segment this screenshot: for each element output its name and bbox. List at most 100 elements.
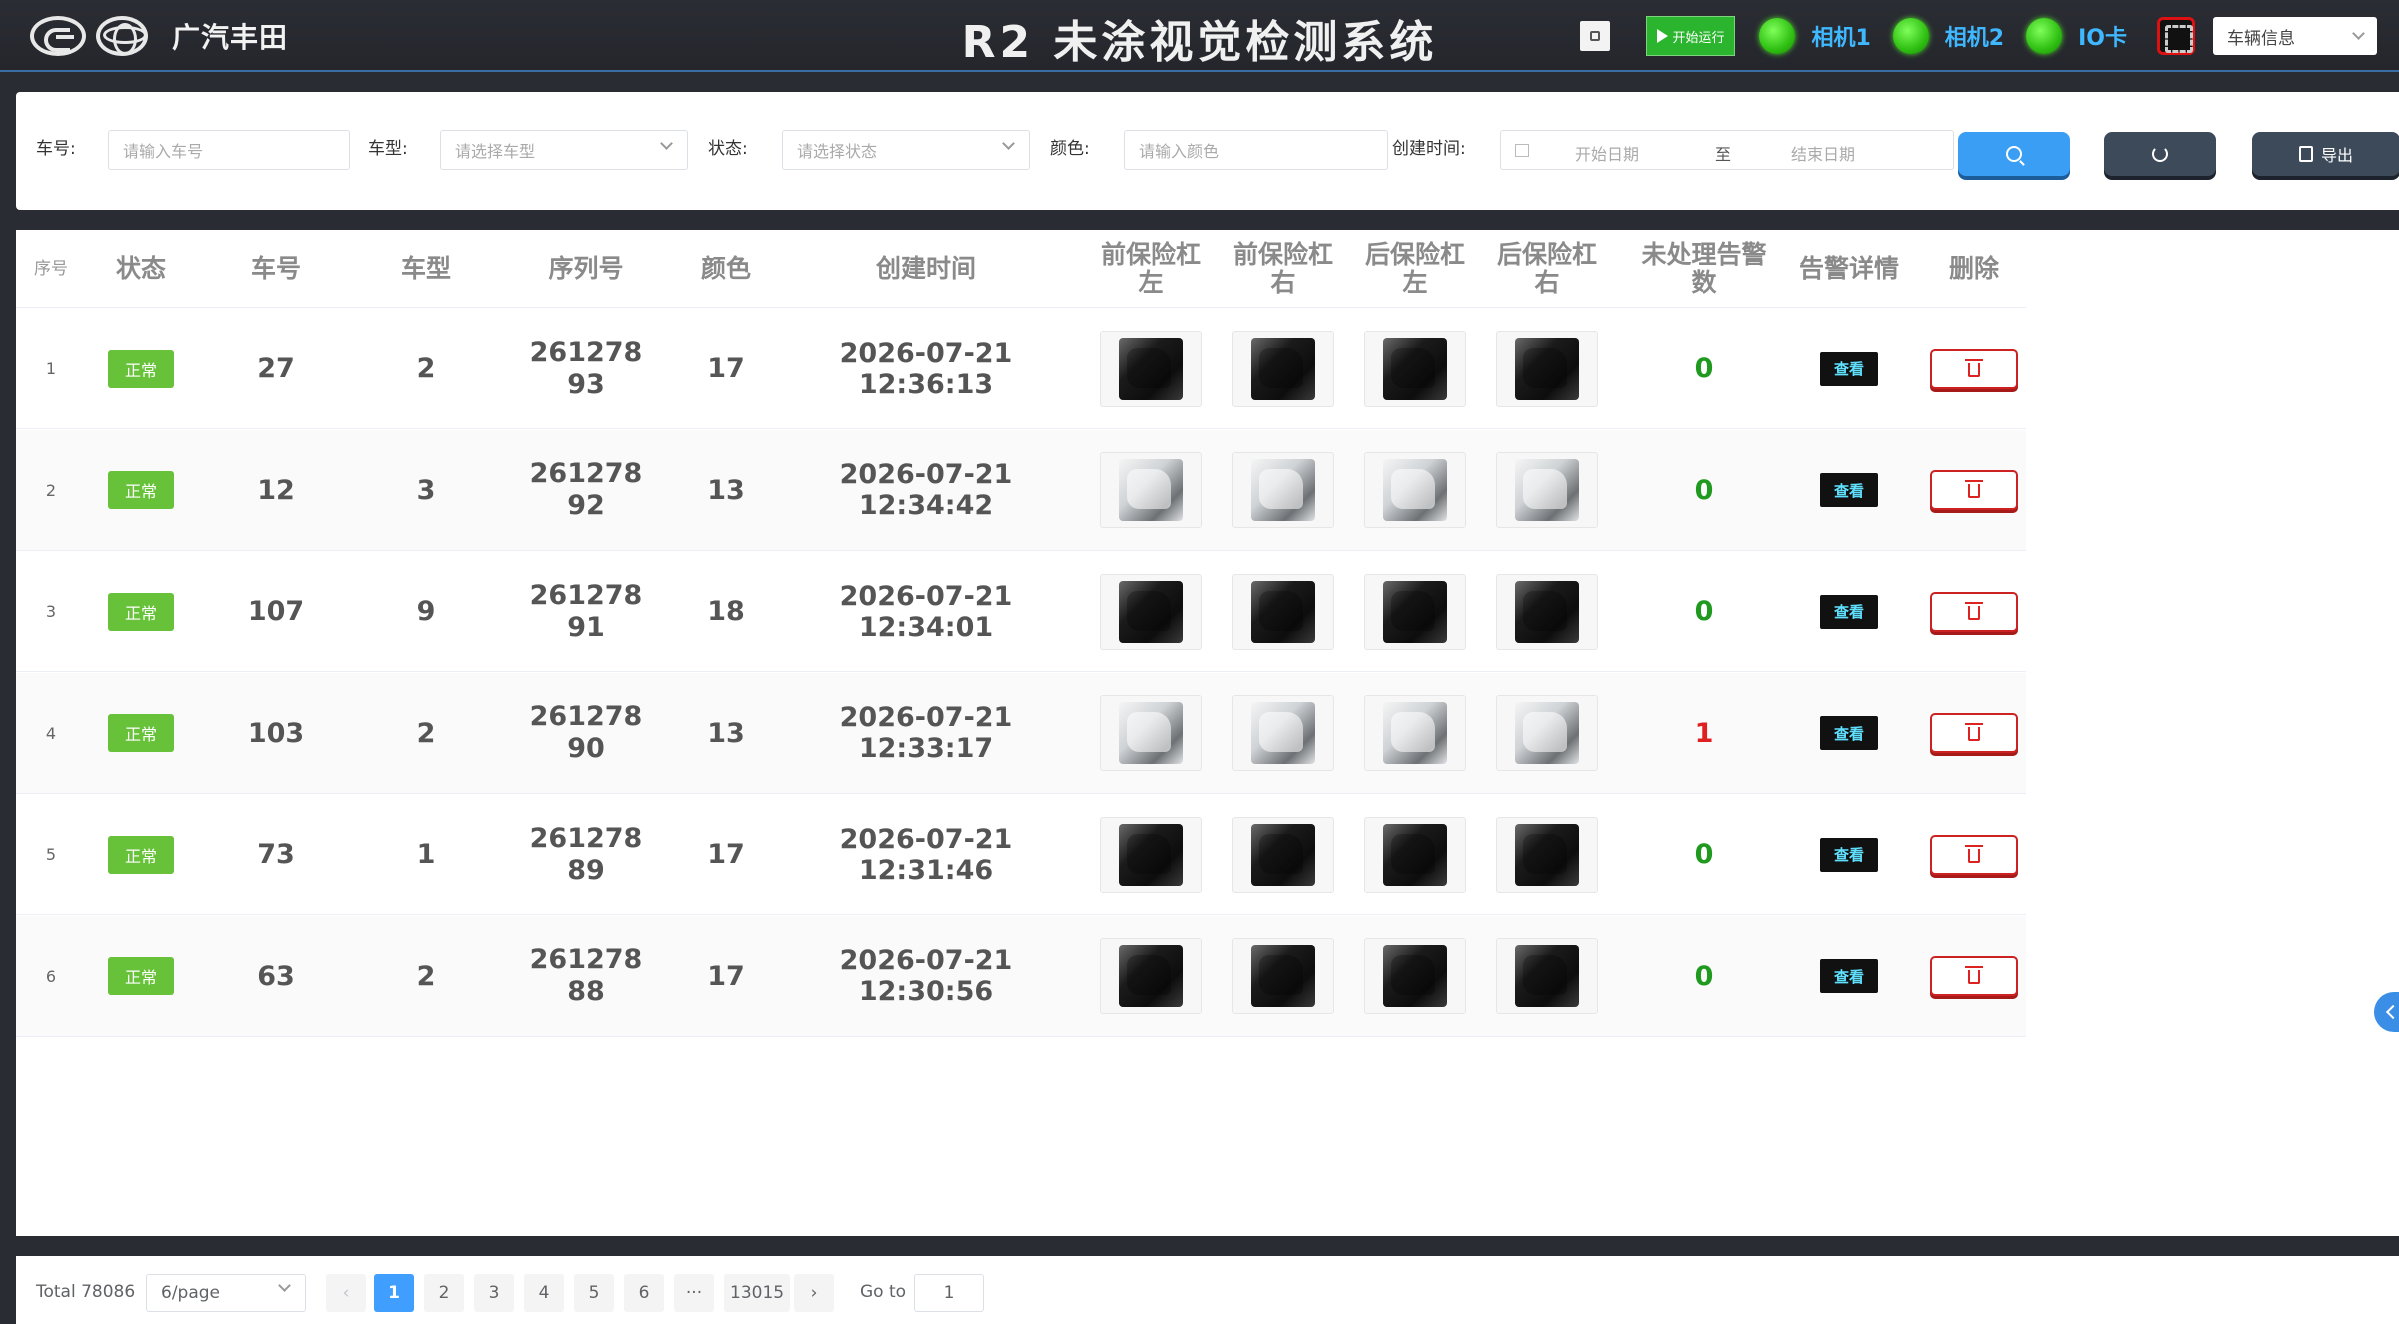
rear-left-thumbnail[interactable] <box>1364 695 1466 771</box>
device-label: 相机1 <box>1811 26 1871 51</box>
rear-left-thumbnail[interactable] <box>1364 452 1466 528</box>
page-button[interactable]: 5 <box>574 1274 614 1312</box>
delete-button[interactable] <box>1930 591 2018 632</box>
page-size-value: 6/page <box>161 1283 221 1303</box>
view-alarm-button[interactable]: 查看 <box>1820 473 1878 507</box>
front-right-thumbnail-cell <box>1229 916 1337 1037</box>
delete-cell <box>1924 794 2024 915</box>
delete-button[interactable] <box>1930 348 2018 389</box>
start-run-button[interactable]: 开始运行 <box>1646 16 1736 56</box>
status-select[interactable]: 请选择状态 <box>782 130 1030 170</box>
view-alarm-button[interactable]: 查看 <box>1820 351 1878 386</box>
status-cell: 正常 <box>86 916 196 1037</box>
header-controls: 开始运行 相机1 相机2 IO卡 车辆信息 <box>1580 14 2377 58</box>
col-front-left-header: 前保险杠左 <box>1100 240 1201 297</box>
front-right-thumbnail[interactable] <box>1232 938 1334 1014</box>
bumper-image <box>1119 702 1183 764</box>
rear-right-thumbnail[interactable] <box>1496 938 1598 1014</box>
front-right-thumbnail[interactable] <box>1232 695 1334 771</box>
records-table: 序号 状态 车号 车型 序列号 颜色 创建时间 前保险杠左 前保险杠右 后保险杠… <box>16 230 2399 1236</box>
col-rear-left-header: 后保险杠左 <box>1364 240 1465 297</box>
rear-right-thumbnail[interactable] <box>1496 695 1598 771</box>
front-left-thumbnail[interactable] <box>1100 573 1202 650</box>
bumper-image <box>1251 823 1315 886</box>
front-left-thumbnail[interactable] <box>1100 695 1202 771</box>
bumper-image <box>1251 337 1315 400</box>
date-range-picker[interactable]: 开始日期 至 结束日期 <box>1500 130 1954 170</box>
rear-left-thumbnail[interactable] <box>1364 573 1466 650</box>
serial-cell-wrap: 26127892 <box>496 430 676 551</box>
export-icon <box>2298 146 2313 162</box>
view-alarm-button[interactable]: 查看 <box>1820 716 1878 750</box>
rear-left-thumbnail[interactable] <box>1364 938 1466 1014</box>
page-size-select[interactable]: 6/page <box>146 1274 306 1312</box>
rear-right-thumbnail[interactable] <box>1496 330 1598 407</box>
front-right-thumbnail[interactable] <box>1232 452 1334 528</box>
page-button[interactable]: 4 <box>524 1274 564 1312</box>
color-input[interactable]: 请输入颜色 <box>1124 130 1388 170</box>
rear-left-thumbnail[interactable] <box>1364 816 1466 893</box>
page-button[interactable]: 1 <box>374 1274 414 1312</box>
delete-button[interactable] <box>1930 470 2018 510</box>
page-button[interactable]: 3 <box>474 1274 514 1312</box>
view-alarm-button[interactable]: 查看 <box>1820 959 1878 993</box>
status-light-icon <box>1892 18 1929 54</box>
front-right-thumbnail[interactable] <box>1232 573 1334 650</box>
view-alarm-button[interactable]: 查看 <box>1820 594 1878 629</box>
unhandled-alarm-count: 0 <box>1694 474 1714 506</box>
serial-cell: 26127892 <box>529 458 643 521</box>
front-left-thumbnail[interactable] <box>1100 330 1202 407</box>
page-button[interactable]: 6 <box>624 1274 664 1312</box>
end-date-input[interactable]: 结束日期 <box>1791 141 1855 165</box>
bumper-image <box>1515 702 1579 764</box>
rear-right-thumbnail[interactable] <box>1496 573 1598 650</box>
reset-button[interactable] <box>2104 132 2216 176</box>
front-left-thumbnail[interactable] <box>1100 938 1202 1014</box>
goto-page-input[interactable]: 1 <box>914 1274 984 1312</box>
device-label: 相机2 <box>1944 26 2005 51</box>
capture-button[interactable] <box>1580 21 1611 51</box>
front-right-thumbnail[interactable] <box>1232 330 1334 407</box>
front-left-thumbnail[interactable] <box>1100 816 1202 893</box>
next-page-button[interactable]: › <box>794 1274 834 1312</box>
table-row: 2 正常 12 3 26127892 13 2026-07-21 12:34:42 0 查看 <box>16 429 2026 551</box>
color-label: 颜色: <box>1050 139 1090 159</box>
delete-button[interactable] <box>1930 956 2018 996</box>
chevron-down-icon <box>2352 27 2365 40</box>
start-date-input[interactable]: 开始日期 <box>1575 141 1639 165</box>
view-alarm-button[interactable]: 查看 <box>1820 837 1878 872</box>
unhandled-alarm-count: 0 <box>1694 960 1714 992</box>
model-cell: 2 <box>416 353 436 384</box>
export-button[interactable]: 导出 <box>2252 132 2399 176</box>
search-button[interactable] <box>1958 132 2070 176</box>
more-pages-button[interactable]: ··· <box>674 1274 714 1312</box>
car-no-input[interactable]: 请输入车号 <box>108 130 350 170</box>
device-label: IO卡 <box>2078 26 2127 51</box>
bumper-image <box>1251 459 1315 521</box>
status-label: 状态: <box>708 139 748 159</box>
rear-right-thumbnail[interactable] <box>1496 452 1598 528</box>
row-index: 5 <box>45 845 57 864</box>
delete-button[interactable] <box>1930 713 2018 753</box>
rear-left-thumbnail[interactable] <box>1364 330 1466 407</box>
model-select[interactable]: 请选择车型 <box>440 130 688 170</box>
status-cell: 正常 <box>86 794 196 915</box>
bumper-image <box>1119 945 1183 1007</box>
total-count: Total 78086 <box>36 1282 136 1302</box>
page-button[interactable]: 2 <box>424 1274 464 1312</box>
vehicle-info-select[interactable]: 车辆信息 <box>2213 17 2377 55</box>
status-badge: 正常 <box>108 471 174 509</box>
prev-page-button[interactable]: ‹ <box>326 1274 366 1312</box>
created-time-cell: 2026-07-21 12:34:01 <box>839 580 1013 643</box>
fullscreen-button[interactable] <box>2157 17 2195 55</box>
trash-icon <box>1965 966 1983 984</box>
rear-left-thumbnail-cell <box>1361 794 1469 915</box>
color-cell: 17 <box>707 960 745 992</box>
delete-button[interactable] <box>1930 834 2018 875</box>
capture-icon <box>1590 31 1601 41</box>
front-left-thumbnail[interactable] <box>1100 452 1202 528</box>
rear-right-thumbnail[interactable] <box>1496 816 1598 893</box>
front-left-thumbnail-cell <box>1097 551 1205 672</box>
front-right-thumbnail[interactable] <box>1232 816 1334 893</box>
last-page-button[interactable]: 13015 <box>724 1274 791 1312</box>
